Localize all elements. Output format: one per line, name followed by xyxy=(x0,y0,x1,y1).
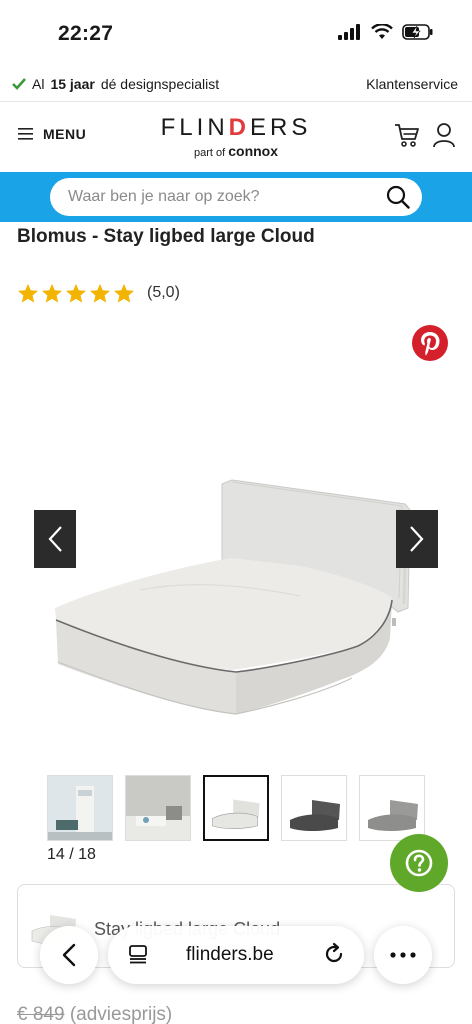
cellular-signal-icon xyxy=(338,24,360,40)
chevron-left-icon xyxy=(62,943,76,967)
thumbnail-item[interactable] xyxy=(359,775,425,841)
gallery-next-button[interactable] xyxy=(396,510,438,568)
account-button[interactable] xyxy=(432,122,456,153)
search-box[interactable] xyxy=(50,178,422,216)
site-header: MENU FLINDERS part of connox xyxy=(0,102,472,172)
rating-value: (5,0) xyxy=(147,284,180,301)
star-icon xyxy=(90,283,110,303)
price-note: (adviesprijs) xyxy=(69,1004,173,1024)
thumbnail-image xyxy=(282,776,346,840)
logo-subtitle: part of connox xyxy=(193,143,279,159)
reload-icon[interactable] xyxy=(322,942,346,966)
check-icon xyxy=(12,78,26,90)
star-icon xyxy=(66,283,86,303)
logo-wordmark: FLINDERS xyxy=(160,114,312,141)
search-input[interactable] xyxy=(68,178,368,216)
status-bar: 22:27 xyxy=(0,0,472,64)
menu-label: MENU xyxy=(43,126,87,142)
product-image-gallery[interactable] xyxy=(0,470,472,730)
cart-icon xyxy=(395,124,419,147)
hamburger-icon xyxy=(18,128,33,140)
usp-years: 15 jaar xyxy=(50,76,95,92)
thumbnail-image xyxy=(205,777,267,839)
search-icon[interactable] xyxy=(386,185,410,209)
usp-bar: Al 15 jaar dé designspecialist Klantense… xyxy=(0,70,472,100)
status-time: 22:27 xyxy=(58,22,114,45)
price-old: € 849 xyxy=(17,1004,65,1024)
battery-charging-icon xyxy=(402,24,433,40)
gallery-prev-button[interactable] xyxy=(34,510,76,568)
image-counter: 14 / 18 xyxy=(47,846,96,863)
star-icon xyxy=(114,283,134,303)
flinders-logo[interactable]: FLINDERS part of connox xyxy=(150,114,322,159)
thumbnail-image xyxy=(48,776,112,840)
url-text: flinders.be xyxy=(186,944,274,965)
help-button[interactable] xyxy=(390,834,448,892)
thumbnail-item[interactable] xyxy=(281,775,347,841)
thumbnail-strip xyxy=(47,775,425,841)
wifi-icon xyxy=(371,24,393,39)
browser-toolbar: flinders.be xyxy=(0,926,472,986)
customer-service-link[interactable]: Klantenservice xyxy=(366,76,458,92)
star-icon xyxy=(42,283,62,303)
thumbnail-image xyxy=(126,776,190,840)
question-mark-icon xyxy=(405,849,433,877)
usp-text: Al 15 jaar dé designspecialist xyxy=(12,76,219,92)
more-dots-icon xyxy=(390,952,416,958)
usp-suffix: dé designspecialist xyxy=(100,76,220,92)
chevron-left-icon xyxy=(48,526,62,552)
product-image xyxy=(55,479,411,715)
product-rating[interactable]: (5,0) xyxy=(17,283,180,303)
pinterest-icon xyxy=(421,332,440,356)
thumbnail-item[interactable] xyxy=(47,775,113,841)
price-line: € 849 (adviesprijs) xyxy=(17,1004,172,1024)
cart-button[interactable] xyxy=(394,122,420,153)
status-icons xyxy=(338,24,434,40)
pinterest-share-button[interactable] xyxy=(412,325,448,361)
thumbnail-item-active[interactable] xyxy=(203,775,269,841)
user-icon xyxy=(433,123,455,148)
star-icon xyxy=(18,283,38,303)
thumbnail-image xyxy=(360,776,424,840)
usp-prefix: Al xyxy=(32,76,45,92)
search-band xyxy=(0,172,472,222)
product-title: Blomus - Stay ligbed large Cloud xyxy=(17,226,315,247)
browser-more-button[interactable] xyxy=(374,926,432,984)
browser-back-button[interactable] xyxy=(40,926,98,984)
menu-button[interactable]: MENU xyxy=(18,126,86,142)
address-bar[interactable]: flinders.be xyxy=(108,926,364,984)
thumbnail-item[interactable] xyxy=(125,775,191,841)
page-menu-icon xyxy=(129,945,147,964)
chevron-right-icon xyxy=(410,526,424,552)
